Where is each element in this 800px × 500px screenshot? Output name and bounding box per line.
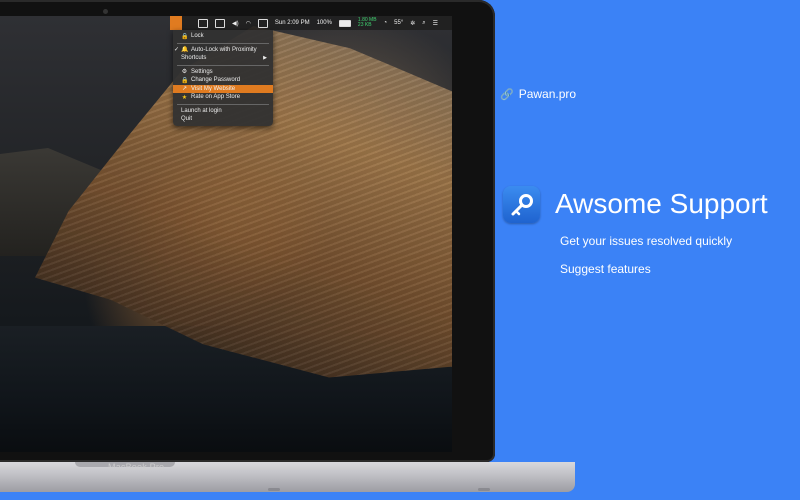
clock-label[interactable]: Sun 2:09 PM [275, 20, 310, 26]
airplay-icon[interactable] [257, 18, 268, 28]
window-icon[interactable] [215, 18, 225, 28]
gear-icon: ⚙ [181, 69, 188, 76]
website-label: Pawan.pro [518, 87, 577, 101]
website-link[interactable]: 🔗 Pawan.pro [500, 87, 576, 101]
menu-separator [177, 64, 269, 66]
camera [103, 9, 108, 14]
app-menu-icon[interactable] [170, 16, 182, 30]
promo-panel: 🔗 Pawan.pro Awsome Support Get your issu… [500, 0, 800, 500]
menu-item-settings[interactable]: ⚙ Settings [173, 68, 273, 77]
desktop-screen: ◀) ◠ Sun 2:09 PM 100% 1.80 MB 23 KB ◔ 55°… [0, 16, 452, 452]
menu-item-lock[interactable]: 🔒 Lock [173, 32, 273, 41]
lock-icon: 🔒 [181, 33, 189, 40]
key-icon [511, 193, 533, 215]
battery-icon[interactable] [338, 19, 351, 27]
screen-icon[interactable] [198, 18, 208, 28]
link-icon: ↗ [181, 86, 188, 93]
volume-icon[interactable]: ◀) [232, 20, 239, 27]
laptop-foot [478, 488, 490, 491]
wifi-icon[interactable]: ◠ [246, 20, 251, 27]
laptop-foot [268, 488, 280, 491]
spotlight-icon[interactable]: ⌕ [422, 20, 425, 27]
promo-headline: Awsome Support [555, 188, 768, 219]
temperature-label[interactable]: 55° [394, 20, 403, 26]
app-dropdown-menu: 🔒 Lock ✓ 🔔 Auto-Lock with Proximity Shor… [173, 30, 273, 126]
star-icon: ★ [181, 94, 188, 101]
menu-separator [177, 103, 269, 105]
cpu-gauge-icon[interactable]: ◔ [384, 20, 388, 26]
feature-item: Get your issues resolved quickly [560, 234, 733, 248]
notification-center-icon[interactable]: ☰ [433, 20, 438, 27]
checkmark-icon: ✓ [174, 47, 180, 54]
submenu-arrow-icon: ▶ [263, 55, 267, 62]
menu-item-rate-app[interactable]: ★ Rate on App Store [173, 93, 273, 102]
menu-item-auto-lock[interactable]: ✓ 🔔 Auto-Lock with Proximity [173, 46, 273, 55]
menu-item-launch-at-login[interactable]: Launch at login [173, 107, 273, 116]
feature-item: Suggest features [560, 262, 651, 276]
menu-bar: ◀) ◠ Sun 2:09 PM 100% 1.80 MB 23 KB ◔ 55°… [170, 16, 452, 30]
laptop-label: MacBook Pro [108, 462, 165, 472]
network-stats[interactable]: 1.80 MB 23 KB [358, 18, 377, 28]
link-icon: 🔗 [500, 88, 514, 101]
menu-item-change-password[interactable]: 🔒 Change Password [173, 76, 273, 85]
menu-item-visit-website[interactable]: ↗ Visit My Website [173, 84, 273, 93]
lock-icon: 🔒 [181, 77, 189, 84]
bell-icon: 🔔 [181, 47, 189, 54]
battery-percent[interactable]: 100% [317, 20, 332, 26]
laptop-lid: ◀) ◠ Sun 2:09 PM 100% 1.80 MB 23 KB ◔ 55°… [0, 0, 495, 462]
app-icon [503, 186, 540, 223]
gear-icon[interactable]: ✲ [410, 20, 415, 27]
menu-item-quit[interactable]: Quit [173, 115, 273, 124]
menu-item-shortcuts[interactable]: Shortcuts ▶ [173, 54, 273, 63]
menu-separator [177, 42, 269, 44]
